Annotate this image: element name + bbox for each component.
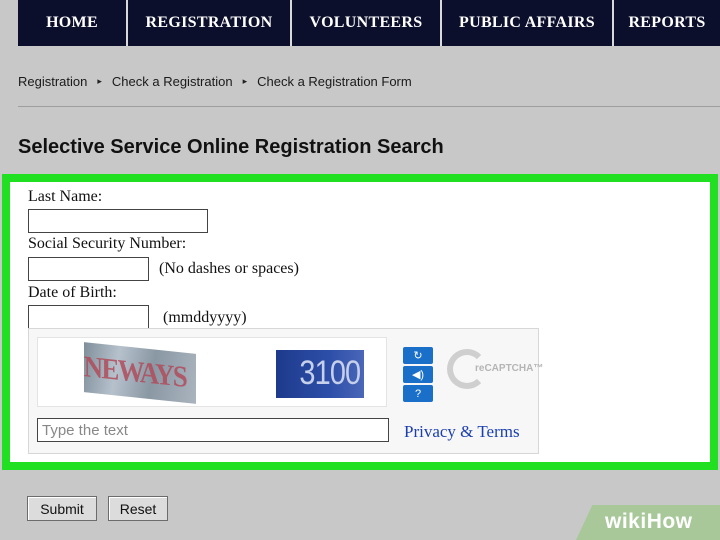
nav-home[interactable]: HOME [18,0,128,46]
watermark-prefix: wiki [605,510,647,533]
captcha-word-2: 3100 [276,350,364,398]
nav-reports[interactable]: REPORTS [614,0,720,46]
dob-label: Date of Birth: [28,284,117,301]
help-icon[interactable]: ? [403,385,433,402]
audio-icon[interactable]: ◀) [403,366,433,383]
nav-public-affairs[interactable]: PUBLIC AFFAIRS [442,0,614,46]
breadcrumb-check-registration-form: Check a Registration Form [257,74,412,89]
nav-volunteers[interactable]: VOLUNTEERS [292,0,442,46]
breadcrumb: Registration ▸ Check a Registration ▸ Ch… [18,74,412,89]
last-name-label: Last Name: [28,188,103,205]
dob-hint: (mmddyyyy) [163,309,247,326]
breadcrumb-registration[interactable]: Registration [18,74,87,89]
ssn-label: Social Security Number: [28,235,187,252]
recaptcha-logo-text: reCAPTCHA™ [475,363,544,374]
submit-button[interactable]: Submit [27,496,97,521]
dob-input[interactable] [28,305,149,329]
divider [18,106,720,107]
privacy-terms-link[interactable]: Privacy & Terms [404,422,520,442]
wikihow-watermark: wikiHow [605,510,693,534]
captcha-widget: NEWAYS 3100 ↻ ◀) ? reCAPTCHA™ Privacy & … [28,328,543,454]
registration-search-form: Last Name: Social Security Number: (No d… [2,174,718,470]
breadcrumb-separator-icon: ▸ [242,76,248,86]
breadcrumb-separator-icon: ▸ [97,76,102,86]
ssn-input[interactable] [28,257,149,281]
page-title: Selective Service Online Registration Se… [18,136,444,158]
captcha-image: NEWAYS 3100 [37,337,387,407]
captcha-word-1: NEWAYS [84,342,196,404]
nav-registration[interactable]: REGISTRATION [128,0,292,46]
reset-button[interactable]: Reset [108,496,168,521]
captcha-response-input[interactable] [37,418,389,442]
recaptcha-logo-icon: reCAPTCHA™ [447,347,543,395]
breadcrumb-check-registration[interactable]: Check a Registration [112,74,233,89]
top-nav: HOME REGISTRATION VOLUNTEERS PUBLIC AFFA… [18,0,720,46]
ssn-hint: (No dashes or spaces) [159,260,299,277]
watermark-suffix: How [646,510,693,533]
last-name-input[interactable] [28,209,208,233]
captcha-word-1-text: NEWAYS [83,350,186,394]
refresh-icon[interactable]: ↻ [403,347,433,364]
captcha-word-2-text: 3100 [299,354,361,392]
